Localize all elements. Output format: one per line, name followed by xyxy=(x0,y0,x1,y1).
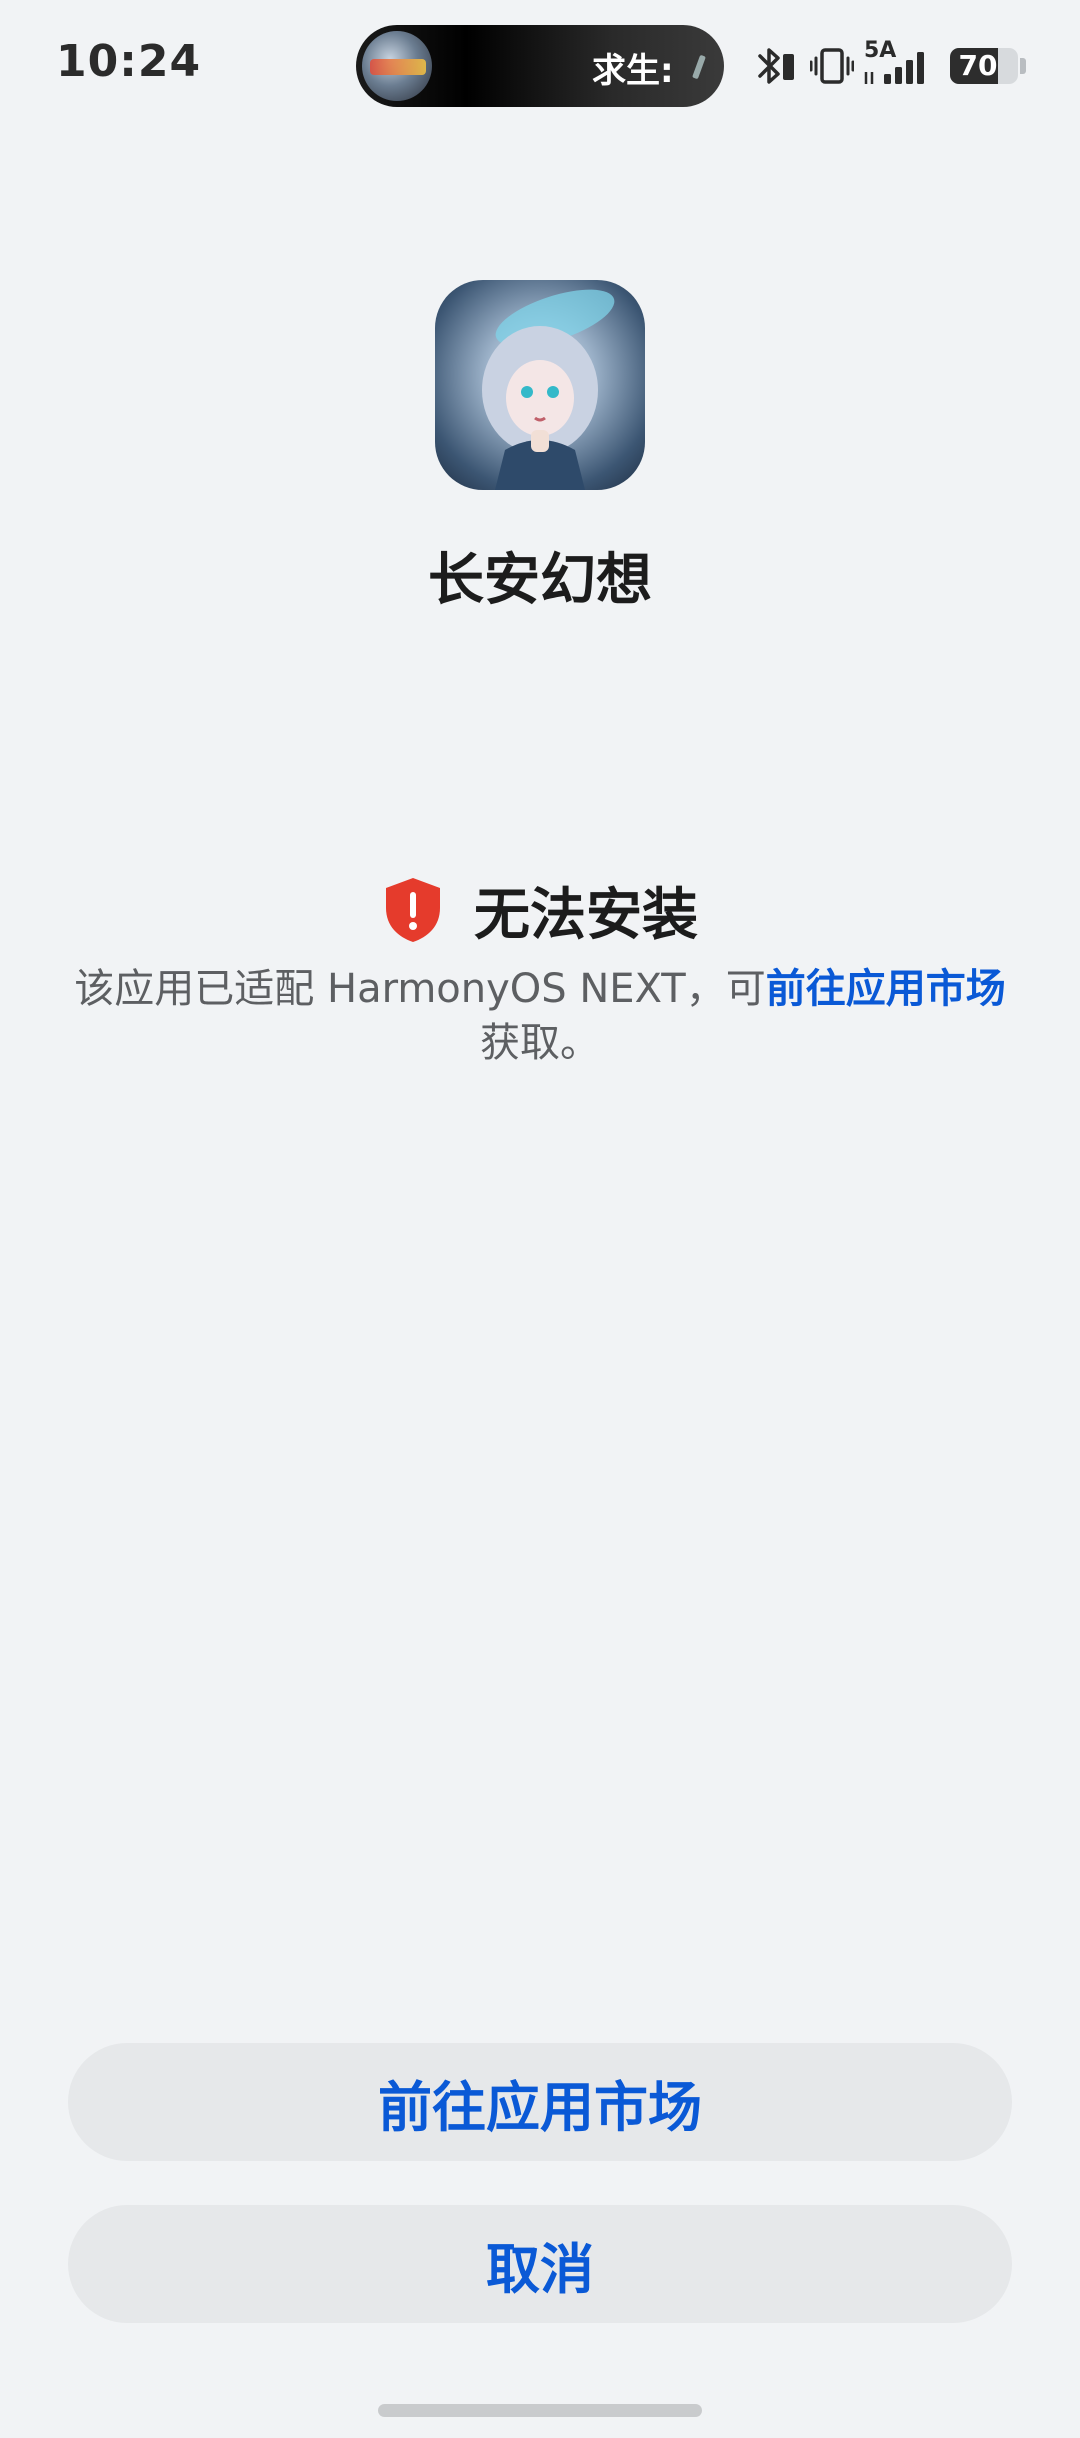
battery-icon: 70 xyxy=(950,48,1018,84)
capsule-text: 求生: xyxy=(592,51,674,91)
go-to-app-market-button[interactable]: 前往应用市场 xyxy=(68,2043,1012,2161)
warning-title: 无法安装 xyxy=(474,882,698,948)
signal-icon xyxy=(864,52,924,84)
status-time: 10:24 xyxy=(56,36,202,87)
app-name: 长安幻想 xyxy=(428,548,652,613)
app-market-link[interactable]: 前往应用市场 xyxy=(766,966,1006,1012)
status-bar: 10:24 求生: 5A 70 xyxy=(0,0,1080,130)
live-activity-capsule[interactable]: 求生: xyxy=(356,25,724,107)
cancel-button[interactable]: 取消 xyxy=(68,2205,1012,2323)
anime-character-icon xyxy=(482,289,615,490)
app-icon xyxy=(435,280,645,490)
home-indicator[interactable] xyxy=(378,2404,702,2417)
shield-alert-icon xyxy=(386,878,440,942)
battery-tip xyxy=(1020,58,1026,74)
desc-text-suffix: 获取。 xyxy=(480,1020,600,1066)
install-warning: 无法安装 xyxy=(0,868,1080,952)
desc-text-prefix: 该应用已适配 HarmonyOS NEXT，可 xyxy=(74,966,766,1012)
vibrate-icon xyxy=(810,48,854,84)
game-thumbnail-icon xyxy=(362,31,432,101)
battery-level: 70 xyxy=(958,49,998,82)
install-blocked-screen: 10:24 求生: 5A 70 长安幻想 无法安装 该应用已适配 Harmony… xyxy=(0,0,1080,2438)
capsule-progress-icon xyxy=(692,54,706,80)
warning-description: 该应用已适配 HarmonyOS NEXT，可前往应用市场获取。 xyxy=(70,962,1010,1070)
bluetooth-icon xyxy=(758,48,794,84)
